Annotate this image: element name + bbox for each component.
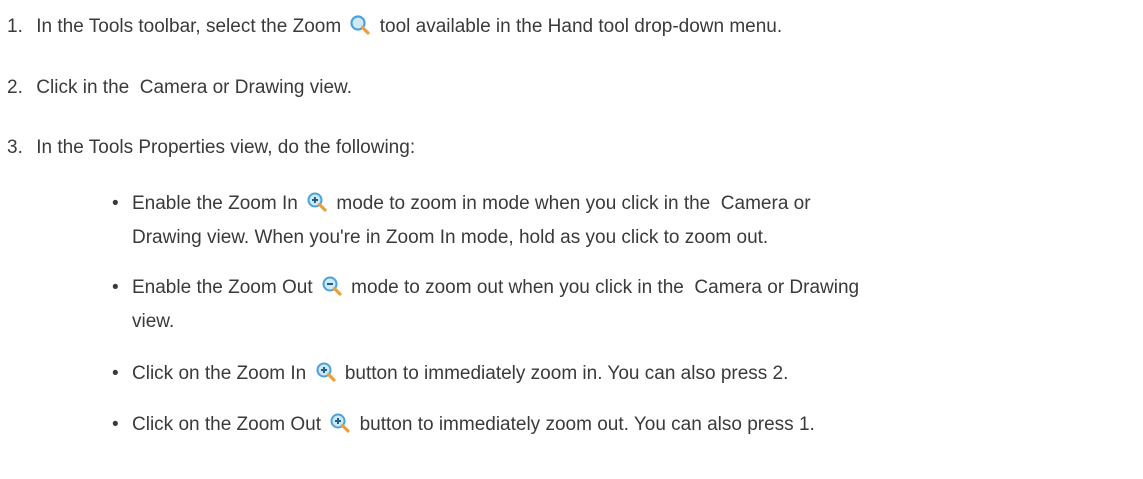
magnifier-icon [348,14,372,36]
bullet-dot: • [112,277,119,298]
step-number: 3. [7,137,23,158]
step-3: 3. In the Tools Properties view, do the … [7,135,415,161]
bullet-text-after: button to immediately zoom out. You can … [359,414,815,435]
bullet-text-line2: view. [132,311,175,332]
bullet-text-after: button to immediately zoom in. You can a… [344,363,789,384]
bullet-item-zoom-out-mode: • Enable the Zoom Out mode to zoom out w… [112,271,1132,339]
bullet-text: Click on the Zoom Out [132,414,322,435]
step-1: 1. In the Tools toolbar, select the Zoom… [7,14,782,40]
step-text-after: tool available in the Hand tool drop-dow… [379,16,783,37]
bullet-dot: • [112,414,119,435]
step-number: 2. [7,77,23,98]
bullet-dot: • [112,363,119,384]
step-2: 2. Click in the Camera or Drawing view. [7,75,352,101]
bullet-dot: • [112,193,119,214]
zoom-out-icon [320,275,344,297]
step-number: 1. [7,16,23,37]
bullet-text-line2: Drawing view. When you're in Zoom In mod… [132,227,769,248]
bullet-item-zoom-in-mode: • Enable the Zoom In mode to zoom in mod… [112,187,1132,255]
bullet-item-zoom-out-button: • Click on the Zoom Out button to immedi… [112,408,1132,442]
bullet-text: Click on the Zoom In [132,363,307,384]
step-text: Click in the Camera or Drawing view. [36,77,352,98]
bullet-item-zoom-in-button: • Click on the Zoom In button to immedia… [112,357,1132,391]
step-text: In the Tools Properties view, do the fol… [36,137,416,158]
bullet-text-after: mode to zoom in mode when you click in t… [336,193,811,214]
bullet-text-after: mode to zoom out when you click in the C… [351,277,860,298]
bullet-text: Enable the Zoom In [132,193,298,214]
zoom-in-icon [328,412,352,434]
bullet-text: Enable the Zoom Out [132,277,313,298]
step-text: In the Tools toolbar, select the Zoom [36,16,342,37]
zoom-in-icon [314,361,338,383]
zoom-in-icon [305,191,329,213]
